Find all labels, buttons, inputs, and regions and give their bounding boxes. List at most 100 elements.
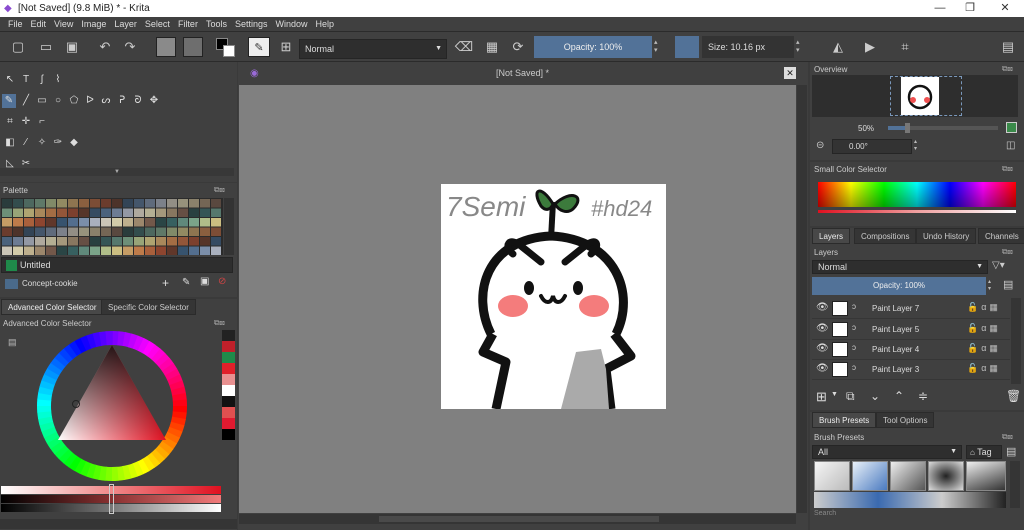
docker-float-close-icon[interactable]: ⧉⊠ — [214, 318, 225, 328]
opacity-stepper[interactable]: ▴ ▾ — [654, 38, 658, 54]
docker-float-close-icon[interactable]: ⧉⊠ — [214, 185, 225, 195]
brush-preset-icon[interactable]: ✎ — [248, 37, 270, 57]
layer-row[interactable]: 👁 ↄ Paint Layer 4 🔓α▦ — [812, 340, 1010, 360]
menu-window[interactable]: Window — [271, 17, 311, 31]
docker-menu-icon[interactable]: ▤ — [998, 37, 1018, 57]
blend-mode-dropdown[interactable]: Normal ▼ — [299, 39, 447, 59]
menu-edit[interactable]: Edit — [27, 17, 51, 31]
dynamic-brush-icon[interactable]: ᘐ — [131, 94, 145, 108]
move-layer-down-icon[interactable]: ⌄ — [870, 389, 880, 403]
menu-file[interactable]: File — [4, 17, 27, 31]
remove-swatch-icon[interactable]: ⊘ — [218, 276, 226, 287]
open-document-icon[interactable]: ▭ — [36, 37, 56, 57]
edit-shapes-icon[interactable]: ʃ — [35, 73, 49, 87]
horizontal-scrollbar[interactable] — [0, 519, 237, 529]
background-color[interactable] — [223, 45, 235, 57]
tab-layers[interactable]: Layers — [812, 228, 851, 244]
brush-preset-soft[interactable] — [928, 461, 964, 491]
recent-colors-strip[interactable] — [222, 330, 235, 440]
visibility-eye-icon[interactable]: 👁 — [816, 302, 829, 313]
menu-help[interactable]: Help — [312, 17, 339, 31]
layer-properties-icon[interactable]: ▤ — [1003, 278, 1013, 291]
mirror-vertical-icon[interactable]: ▶ — [860, 37, 880, 57]
crop-tool-icon[interactable]: ⌐ — [35, 115, 49, 129]
inherit-alpha-icon[interactable]: ↄ — [852, 343, 856, 352]
brush-preset-airbrush[interactable] — [890, 461, 926, 491]
tab-undo-history[interactable]: Undo History — [916, 228, 977, 244]
inherit-alpha-icon[interactable]: ↄ — [852, 302, 856, 311]
mirror-horizontal-icon[interactable]: ◭ — [828, 37, 848, 57]
color-wheel-area[interactable]: ▤ — [1, 330, 221, 483]
save-icon[interactable]: ▣ — [62, 37, 82, 57]
slider-handle[interactable] — [109, 484, 114, 514]
layer-blend-dropdown[interactable]: Normal ▼ — [812, 260, 988, 274]
docker-float-close-icon[interactable]: ⧉⊠ — [1002, 432, 1013, 442]
line-tool-icon[interactable]: ╱ — [19, 94, 33, 108]
color-selector-settings-icon[interactable]: ▤ — [8, 337, 17, 348]
palette-scrollbar[interactable] — [224, 198, 234, 255]
brush-scrollbar[interactable] — [1010, 461, 1020, 508]
brush-filter-dropdown[interactable]: All ▼ — [812, 445, 962, 459]
pattern-swatch[interactable] — [183, 37, 203, 57]
menu-layer[interactable]: Layer — [110, 17, 141, 31]
layer-lock-icons[interactable]: 🔓α▦ — [967, 363, 1001, 374]
docker-float-close-icon[interactable]: ⧉⊠ — [1002, 247, 1013, 257]
menu-view[interactable]: View — [50, 17, 77, 31]
size-stepper[interactable]: ▴ ▾ — [796, 38, 800, 54]
move-tool-icon[interactable]: ✛ — [19, 115, 33, 129]
menu-settings[interactable]: Settings — [231, 17, 272, 31]
layer-row[interactable]: 👁 ↄ Paint Layer 7 🔓α▦ — [812, 299, 1010, 319]
select-shapes-icon[interactable]: ↖ — [3, 73, 17, 87]
brush-editor-icon[interactable]: ⊞ — [276, 37, 296, 57]
layer-lock-icons[interactable]: 🔓α▦ — [967, 302, 1001, 313]
toolbox-collapse[interactable]: ▼ — [0, 168, 234, 176]
size-slider[interactable]: Size: 10.16 px — [702, 36, 794, 58]
tab-compositions[interactable]: Compositions — [854, 228, 917, 244]
layers-scrollbar[interactable] — [1011, 298, 1021, 384]
new-document-icon[interactable]: ▢ — [8, 37, 28, 57]
visibility-eye-icon[interactable]: 👁 — [816, 363, 829, 374]
calligraphy-icon[interactable]: ⌇ — [51, 73, 65, 87]
palette-name-dropdown[interactable]: Untitled — [1, 257, 233, 273]
tab-brush-presets[interactable]: Brush Presets — [812, 412, 877, 428]
docker-float-close-icon[interactable]: ⧉⊠ — [1002, 164, 1013, 174]
visibility-eye-icon[interactable]: 👁 — [816, 323, 829, 334]
overview-preview[interactable] — [812, 75, 1018, 117]
edit-swatch-icon[interactable]: ✎ — [182, 277, 190, 288]
polyline-tool-icon[interactable]: ᐅ — [83, 94, 97, 108]
visibility-eye-icon[interactable]: 👁 — [816, 343, 829, 354]
tab-tool-options[interactable]: Tool Options — [876, 412, 935, 428]
layer-settings-icon[interactable]: ≑ — [918, 389, 928, 403]
canvas-viewport[interactable]: 7Semi #hd24 — [239, 85, 796, 513]
rotation-input[interactable]: 0.00° — [832, 139, 912, 154]
wrap-around-icon[interactable]: ⌗ — [895, 37, 915, 57]
ellipse-tool-icon[interactable]: ○ — [51, 94, 65, 108]
duplicate-layer-icon[interactable]: ⧉ — [846, 389, 855, 404]
brush-preset-eraser[interactable] — [814, 461, 850, 491]
assistant-tool-icon[interactable]: ✑ — [51, 136, 65, 150]
freehand-brush-icon[interactable]: ✎ — [2, 94, 16, 108]
menu-select[interactable]: Select — [141, 17, 174, 31]
layer-lock-icons[interactable]: 🔓α▦ — [967, 343, 1001, 354]
mirror-view-icon[interactable]: ◫ — [1006, 140, 1015, 151]
save-palette-icon[interactable]: ▣ — [200, 276, 209, 287]
tab-specific-color-selector[interactable]: Specific Color Selector — [101, 299, 196, 315]
rotation-stepper[interactable]: ▴ ▾ — [914, 138, 917, 152]
brush-preset-pencil[interactable] — [966, 461, 1006, 491]
size-slider-fill[interactable] — [675, 36, 699, 58]
rotate-icon[interactable]: ⊝ — [816, 140, 824, 151]
alpha-lock-icon[interactable]: ▦ — [482, 37, 502, 57]
polygon-tool-icon[interactable]: ⬠ — [67, 94, 81, 108]
fill-tool-icon[interactable]: ◆ — [67, 136, 81, 150]
value-bar[interactable] — [818, 210, 1016, 213]
tab-channels[interactable]: Channels — [978, 228, 1024, 244]
filter-icon[interactable]: ▽▾ — [992, 260, 1005, 271]
palette-swatches[interactable] — [1, 198, 223, 255]
reload-preset-icon[interactable]: ⟳ — [508, 37, 528, 57]
close-window-button[interactable]: ✕ — [990, 0, 1020, 17]
transform-tool-icon[interactable]: ⌗ — [3, 115, 17, 129]
add-swatch-icon[interactable]: + — [162, 276, 169, 290]
tag-dropdown[interactable]: ⌂ Tag — [966, 445, 1002, 459]
add-layer-icon[interactable]: ⊞ — [816, 389, 827, 405]
multibrush-icon[interactable]: ✥ — [147, 94, 161, 108]
